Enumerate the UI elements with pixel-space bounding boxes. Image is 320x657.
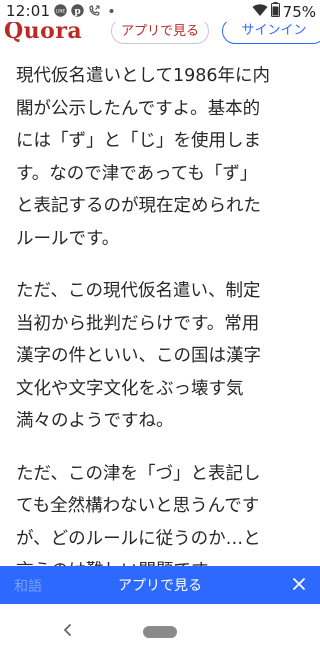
dot-icon: [105, 4, 118, 17]
answer-paragraph-2: ただ、この現代仮名遣い、制定 当初から批判だらけです。常用 漢字の件といい、この…: [16, 281, 261, 431]
answer-paragraph-1: 現代仮名遣いとして1986年に内 閣が公示したんですよ。基本的 には「ず」と「じ…: [16, 66, 271, 249]
navigation-bar: [0, 604, 320, 657]
line-icon: LINE: [54, 4, 67, 17]
notification-icons: LINE p: [54, 4, 118, 17]
call-forward-icon: [88, 4, 101, 17]
close-icon[interactable]: [288, 573, 310, 595]
status-time: 12:01: [6, 2, 51, 20]
answer-body: 現代仮名遣いとして1986年に内 閣が公示したんですよ。基本的 には「ず」と「じ…: [16, 60, 306, 608]
open-in-app-banner[interactable]: 和語 アプリで見る: [0, 566, 320, 604]
status-right: 75%: [252, 2, 316, 21]
home-pill-icon[interactable]: [143, 626, 177, 638]
banner-open-app-label[interactable]: アプリで見る: [0, 575, 320, 595]
screen: Quora アプリで見る サインイン 12:01 LINE p 75% 現代仮名…: [0, 0, 320, 657]
back-chevron-icon[interactable]: [60, 622, 76, 638]
status-bar: 12:01 LINE p 75%: [0, 0, 320, 22]
pinterest-icon: p: [71, 4, 84, 17]
wifi-icon: [252, 2, 268, 21]
battery-icon: [270, 2, 280, 21]
svg-text:p: p: [74, 7, 80, 17]
battery-percent: 75%: [282, 2, 316, 21]
svg-text:LINE: LINE: [56, 9, 66, 14]
